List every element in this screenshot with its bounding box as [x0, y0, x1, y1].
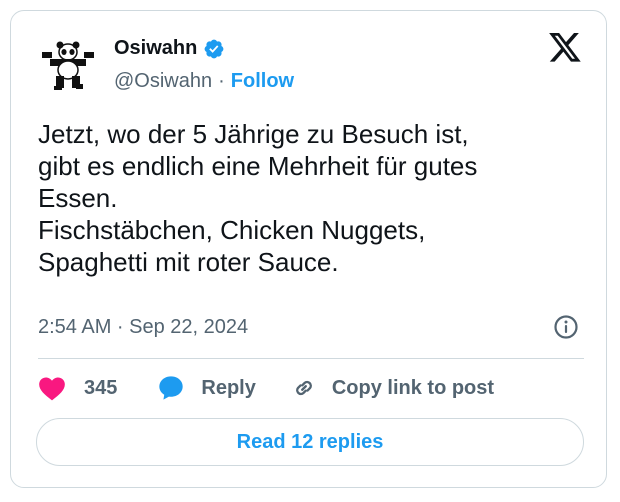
tweet-text: Jetzt, wo der 5 Jährige zu Besuch ist, g… [38, 119, 478, 277]
follow-button[interactable]: Follow [231, 70, 294, 93]
action-bar: 345 Reply Copy link to post [38, 372, 494, 404]
reply-bubble-icon [159, 376, 184, 400]
read-replies-button[interactable]: Read 12 replies [36, 418, 584, 466]
reply-label: Reply [201, 376, 256, 399]
verified-badge-icon [204, 39, 224, 58]
link-icon [295, 380, 312, 396]
handle-row: @Osiwahn · Follow [114, 70, 294, 93]
x-logo-icon[interactable] [549, 33, 582, 63]
info-icon[interactable] [553, 314, 579, 340]
divider [38, 358, 584, 359]
separator-dot: · [218, 70, 225, 92]
reply-button[interactable]: Reply [157, 374, 256, 402]
copy-link-button[interactable]: Copy link to post [290, 374, 494, 402]
like-count: 345 [84, 376, 118, 399]
tweet-timestamp[interactable]: 2:54 AM · Sep 22, 2024 [38, 316, 248, 339]
author-name-row[interactable]: Osiwahn [114, 37, 225, 60]
like-button[interactable]: 345 [38, 375, 117, 401]
copy-link-label: Copy link to post [331, 376, 495, 399]
heart-icon [39, 377, 65, 401]
author-handle[interactable]: @Osiwahn [114, 70, 212, 93]
panda-icon[interactable] [40, 38, 96, 94]
author-name[interactable]: Osiwahn [114, 37, 197, 60]
